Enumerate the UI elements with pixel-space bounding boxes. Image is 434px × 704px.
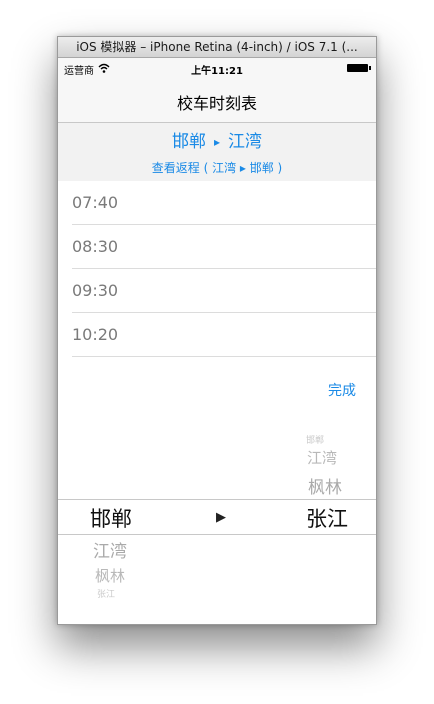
- status-bar: 运营商 上午11:21: [58, 58, 376, 78]
- picker-right-option[interactable]: 枫林: [308, 473, 342, 498]
- picker-right-option[interactable]: 江湾: [307, 447, 337, 468]
- picker-left-option[interactable]: 枫林: [95, 565, 125, 586]
- picker-arrow-icon: ▶: [216, 510, 226, 525]
- route-picker[interactable]: 邯郸 江湾 枫林 张江 邯郸 江湾 枫林 张江 ▶: [58, 417, 376, 624]
- schedule-list: 07:40 08:30 09:30 10:20: [58, 181, 376, 357]
- picker-left-selected[interactable]: 邯郸: [90, 503, 132, 533]
- route-header: 邯郸 ▸ 江湾 查看返程 ( 江湾 ▸ 邯郸 ): [58, 123, 376, 181]
- route-arrow-icon: ▸: [213, 135, 221, 149]
- picker-right-selected[interactable]: 张江: [306, 503, 348, 533]
- schedule-row[interactable]: 09:30: [72, 269, 376, 313]
- departure-time: 10:20: [72, 325, 119, 344]
- return-route-link[interactable]: 查看返程 ( 江湾 ▸ 邯郸 ): [58, 159, 376, 176]
- status-time: 上午11:21: [191, 66, 243, 77]
- picker-left-option[interactable]: 江湾: [93, 537, 127, 562]
- window-title: iOS 模拟器 – iPhone Retina (4-inch) / iOS 7…: [76, 40, 358, 54]
- schedule-row[interactable]: 10:20: [72, 313, 376, 357]
- route-to: 江湾: [228, 132, 263, 152]
- done-button[interactable]: 完成: [328, 380, 356, 400]
- navigation-bar: 校车时刻表: [58, 78, 376, 123]
- schedule-row[interactable]: 08:30: [72, 225, 376, 269]
- window-titlebar[interactable]: iOS 模拟器 – iPhone Retina (4-inch) / iOS 7…: [58, 37, 376, 58]
- simulator-window: iOS 模拟器 – iPhone Retina (4-inch) / iOS 7…: [57, 36, 377, 625]
- picker-right-option[interactable]: 邯郸: [306, 433, 324, 446]
- battery-icon: [347, 64, 371, 72]
- schedule-row[interactable]: 07:40: [72, 181, 376, 225]
- picker-left-option[interactable]: 张江: [97, 587, 115, 600]
- route-from: 邯郸: [171, 132, 206, 152]
- route-selector[interactable]: 邯郸 ▸ 江湾: [58, 127, 376, 152]
- departure-time: 08:30: [72, 237, 119, 256]
- departure-time: 07:40: [72, 193, 119, 212]
- departure-time: 09:30: [72, 281, 119, 300]
- page-title: 校车时刻表: [176, 94, 257, 113]
